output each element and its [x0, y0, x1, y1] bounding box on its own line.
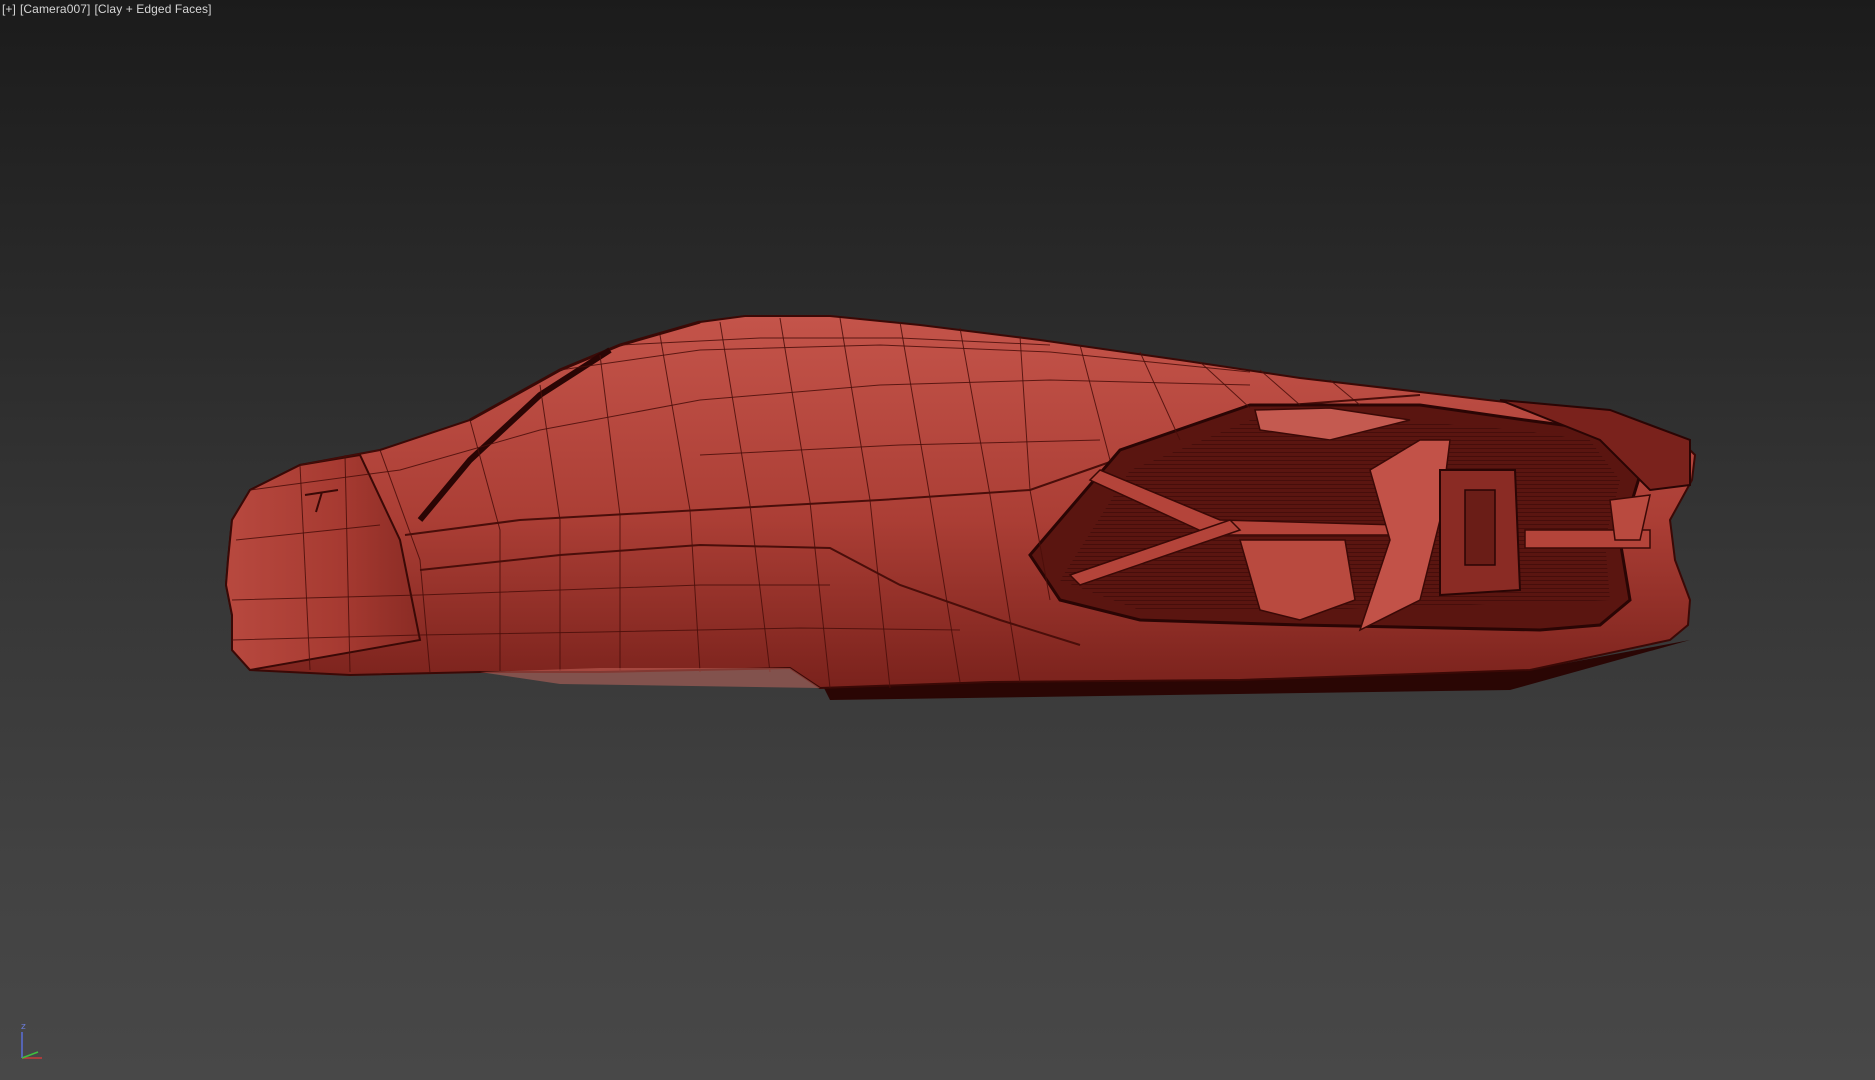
z-axis-label: z	[21, 1022, 26, 1032]
3d-viewport[interactable]: [+] [Camera007] [Clay + Edged Faces] z	[0, 0, 1875, 1080]
car-model[interactable]	[0, 0, 1875, 1080]
axis-gizmo: z	[16, 1022, 50, 1062]
